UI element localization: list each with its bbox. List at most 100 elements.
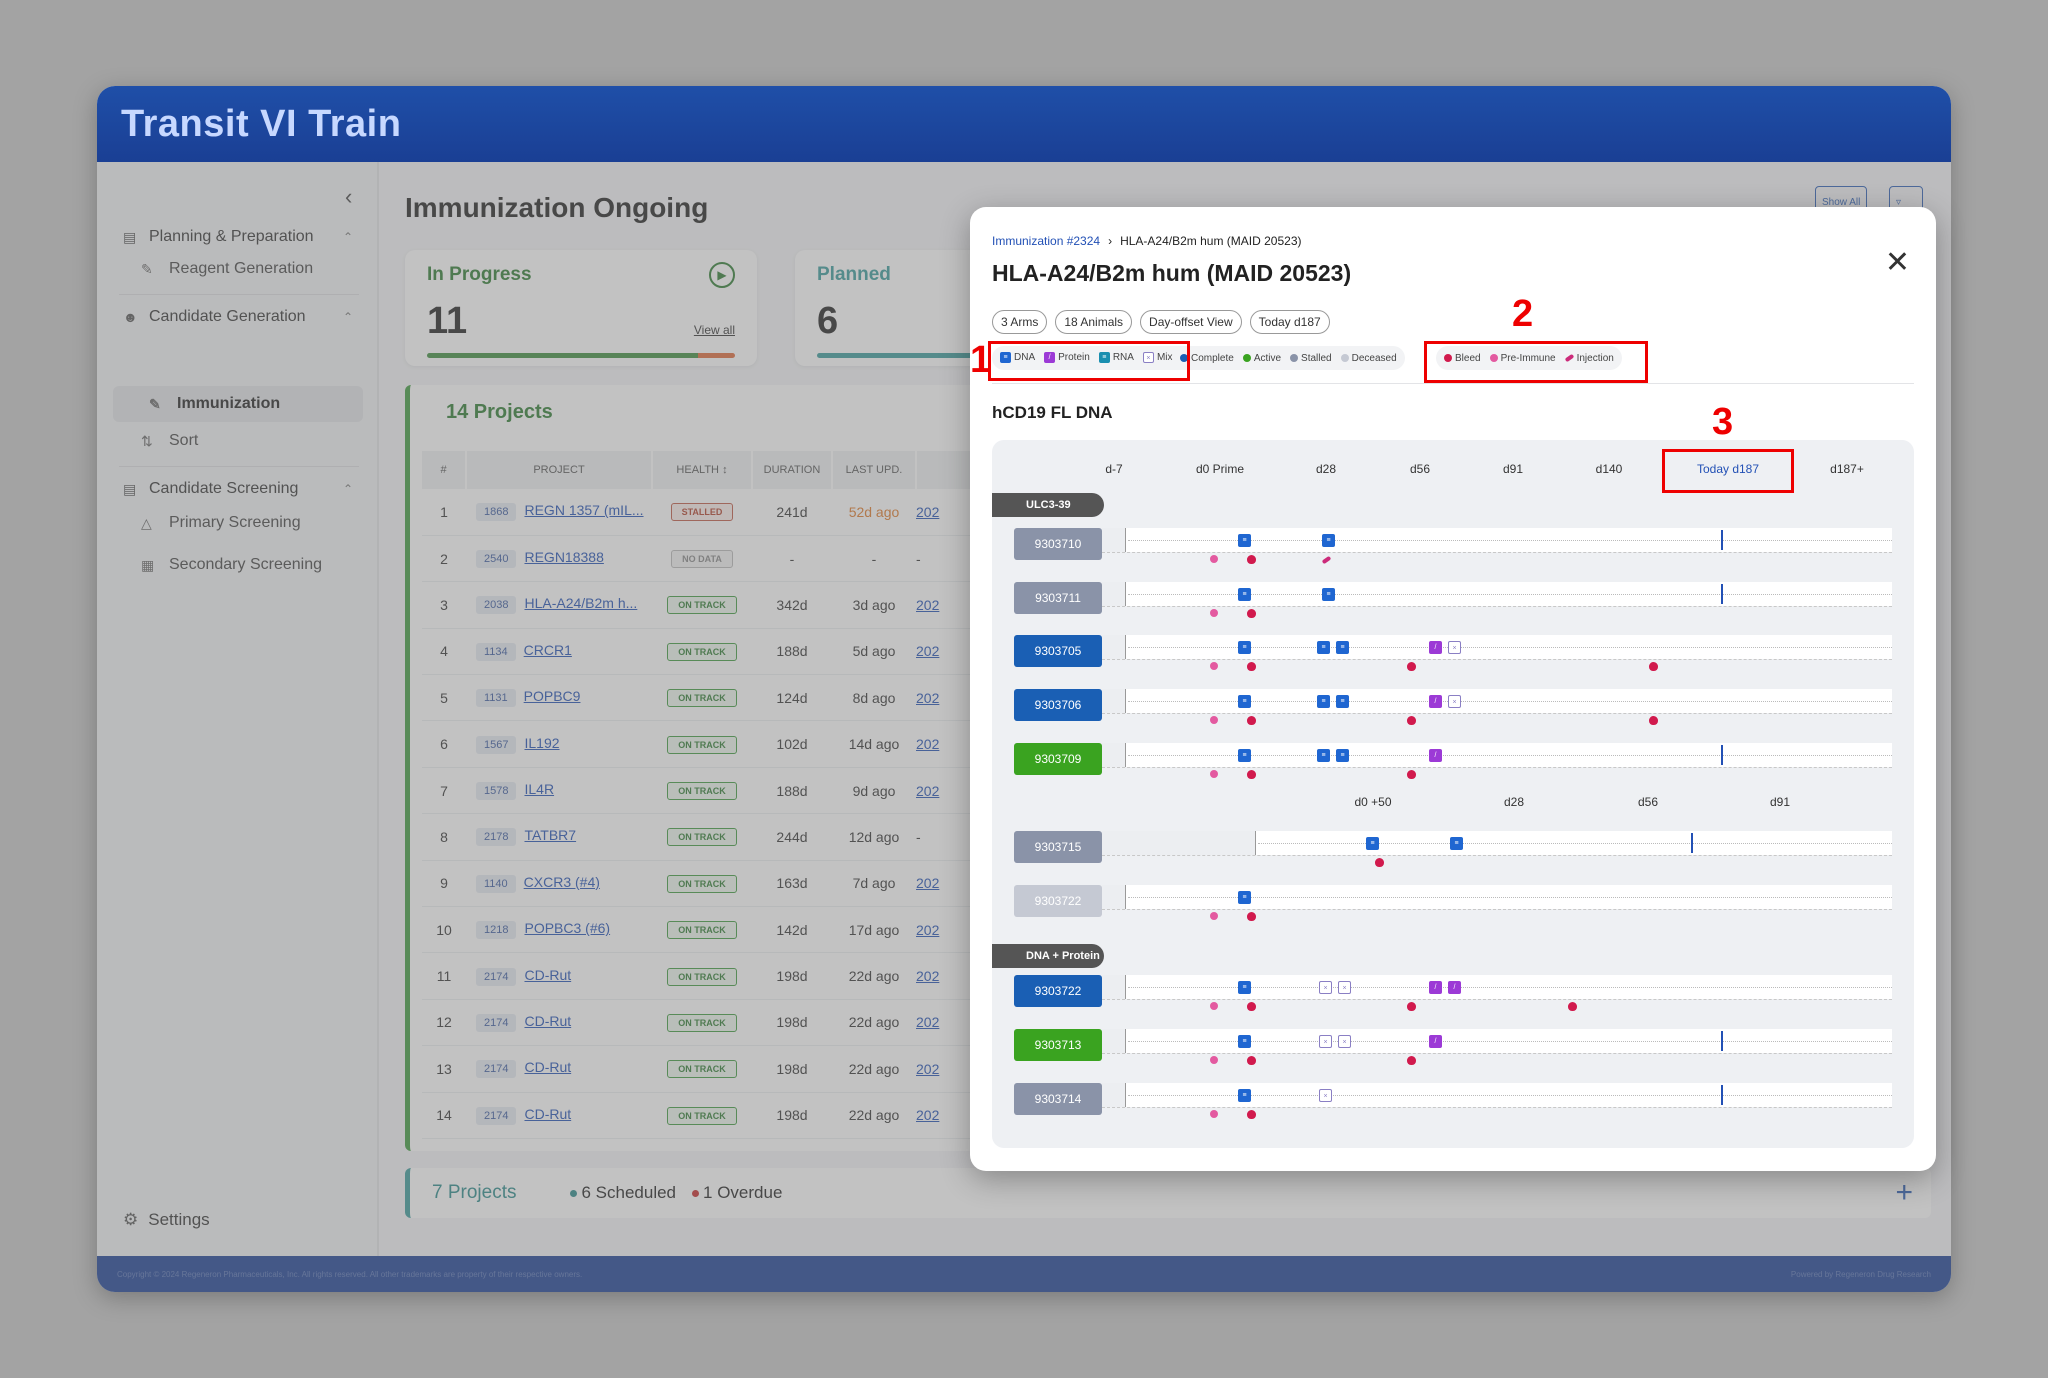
nav-group-planning[interactable]: ▤ Planning & Preparation ⌃ — [123, 228, 353, 246]
breadcrumb-link[interactable]: Immunization #2324 — [992, 234, 1100, 248]
dna-event-icon[interactable]: ≡ — [1322, 534, 1335, 547]
mixed-event-icon[interactable]: × — [1319, 981, 1332, 994]
animal-id-tag[interactable]: 9303713 — [1014, 1029, 1102, 1061]
bleed-marker[interactable] — [1407, 1002, 1416, 1011]
mixed-event-icon[interactable]: × — [1338, 981, 1351, 994]
dna-event-icon[interactable]: ≡ — [1238, 1089, 1251, 1102]
dna-event-icon[interactable]: ≡ — [1366, 837, 1379, 850]
bleed-marker[interactable] — [1247, 1002, 1256, 1011]
protein-event-icon[interactable]: / — [1429, 641, 1442, 654]
bleed-marker[interactable] — [1407, 662, 1416, 671]
dna-event-icon[interactable]: ≡ — [1322, 588, 1335, 601]
dna-event-icon[interactable]: ≡ — [1238, 891, 1251, 904]
view-all-link[interactable]: View all — [694, 323, 735, 337]
mixed-event-icon[interactable]: × — [1448, 641, 1461, 654]
project-link[interactable]: POPBC3 (#6) — [524, 920, 610, 936]
project-cell[interactable]: 1218 POPBC3 (#6) — [466, 906, 652, 954]
bleed-marker[interactable] — [1247, 1056, 1256, 1065]
dna-event-icon[interactable]: ≡ — [1238, 641, 1251, 654]
project-link[interactable]: CD-Rut — [524, 1013, 571, 1029]
project-cell[interactable]: 1868 REGN 1357 (mIL... — [466, 489, 652, 536]
bleed-marker[interactable] — [1407, 716, 1416, 725]
animal-track[interactable]: 9303722 ≡ — [1014, 885, 1892, 921]
protein-event-icon[interactable]: / — [1448, 981, 1461, 994]
bleed-marker[interactable] — [1247, 662, 1256, 671]
mixed-event-icon[interactable]: × — [1319, 1089, 1332, 1102]
animal-id-tag[interactable]: 9303711 — [1014, 582, 1102, 614]
animal-id-tag[interactable]: 9303722 — [1014, 885, 1102, 917]
dna-event-icon[interactable]: ≡ — [1317, 749, 1330, 762]
project-cell[interactable]: 2178 TATBR7 — [466, 813, 652, 861]
col-header[interactable]: LAST UPD. — [832, 451, 917, 489]
mixed-event-icon[interactable]: × — [1448, 695, 1461, 708]
animal-track[interactable]: 9303709 ≡ ≡ ≡ / — [1014, 743, 1892, 779]
nav-group-candidate-generation[interactable]: ☻ Candidate Generation ⌃ — [123, 308, 353, 326]
protein-event-icon[interactable]: / — [1429, 695, 1442, 708]
dna-event-icon[interactable]: ≡ — [1336, 749, 1349, 762]
bleed-marker[interactable] — [1407, 770, 1416, 779]
dna-event-icon[interactable]: ≡ — [1317, 641, 1330, 654]
animal-track[interactable]: 9303705 ≡ ≡ ≡ / × — [1014, 635, 1892, 671]
pre-immune-marker[interactable] — [1210, 555, 1218, 563]
dna-event-icon[interactable]: ≡ — [1336, 641, 1349, 654]
project-link[interactable]: HLA-A24/B2m h... — [524, 595, 637, 611]
project-link[interactable]: REGN18388 — [524, 549, 603, 565]
pre-immune-marker[interactable] — [1210, 912, 1218, 920]
project-link[interactable]: TATBR7 — [524, 827, 576, 843]
pre-immune-marker[interactable] — [1210, 662, 1218, 670]
col-header[interactable]: DURATION — [752, 451, 833, 489]
project-cell[interactable]: 2174 CD-Rut — [466, 952, 652, 1000]
animal-track[interactable]: 9303714 ≡ × — [1014, 1083, 1892, 1119]
bleed-marker[interactable] — [1247, 609, 1256, 618]
bleed-marker[interactable] — [1649, 716, 1658, 725]
project-cell[interactable]: 1140 CXCR3 (#4) — [466, 860, 652, 908]
animal-track[interactable]: 9303706 ≡ ≡ ≡ / × — [1014, 689, 1892, 725]
project-cell[interactable]: 1567 IL192 — [466, 720, 652, 768]
settings-link[interactable]: ⚙ Settings — [123, 1210, 210, 1230]
arms-chip[interactable]: 3 Arms — [992, 310, 1048, 334]
col-header[interactable]: # — [422, 451, 467, 489]
dna-event-icon[interactable]: ≡ — [1238, 695, 1251, 708]
dna-event-icon[interactable]: ≡ — [1238, 1035, 1251, 1048]
planned-projects-bar[interactable]: 7 Projects 6 Scheduled 1 Overdue + — [405, 1168, 1931, 1218]
bleed-marker[interactable] — [1247, 912, 1256, 921]
project-cell[interactable]: 2174 CD-Rut — [466, 1092, 652, 1139]
animal-id-tag[interactable]: 9303705 — [1014, 635, 1102, 667]
injection-marker[interactable] — [1321, 555, 1332, 565]
today-chip[interactable]: Today d187 — [1249, 310, 1330, 334]
close-icon[interactable]: ✕ — [1885, 245, 1910, 280]
project-link[interactable]: CXCR3 (#4) — [524, 874, 600, 890]
pre-immune-marker[interactable] — [1210, 1002, 1218, 1010]
pre-immune-marker[interactable] — [1210, 716, 1218, 724]
dna-event-icon[interactable]: ≡ — [1238, 749, 1251, 762]
dna-event-icon[interactable]: ≡ — [1238, 534, 1251, 547]
bleed-marker[interactable] — [1568, 1002, 1577, 1011]
col-header-health[interactable]: HEALTH ↕ — [652, 451, 753, 489]
animal-id-tag[interactable]: 9303706 — [1014, 689, 1102, 721]
sidebar-item-primary-screening[interactable]: △ Primary Screening — [141, 514, 301, 532]
project-link[interactable]: CD-Rut — [524, 1059, 571, 1075]
animals-chip[interactable]: 18 Animals — [1055, 310, 1133, 334]
animal-track[interactable]: 9303710 ≡ ≡ — [1014, 528, 1892, 565]
pre-immune-marker[interactable] — [1210, 609, 1218, 617]
pre-immune-marker[interactable] — [1210, 770, 1218, 778]
animal-id-tag[interactable]: 9303710 — [1014, 528, 1102, 560]
animal-id-tag[interactable]: 9303709 — [1014, 743, 1102, 775]
nav-group-candidate-screening[interactable]: ▤ Candidate Screening ⌃ — [123, 480, 353, 498]
dna-event-icon[interactable]: ≡ — [1450, 837, 1463, 850]
dna-event-icon[interactable]: ≡ — [1317, 695, 1330, 708]
sidebar-item-reagent-generation[interactable]: ✎ Reagent Generation — [141, 260, 313, 278]
project-link[interactable]: CD-Rut — [524, 967, 571, 983]
view-mode-chip[interactable]: Day-offset View — [1140, 310, 1242, 334]
dna-event-icon[interactable]: ≡ — [1238, 981, 1251, 994]
project-link[interactable]: CRCR1 — [524, 642, 572, 658]
animal-track[interactable]: 9303711 ≡ ≡ — [1014, 582, 1892, 618]
protein-event-icon[interactable]: / — [1429, 981, 1442, 994]
dna-event-icon[interactable]: ≡ — [1336, 695, 1349, 708]
sidebar-item-immunization[interactable]: ✎ Immunization — [113, 386, 363, 422]
pre-immune-marker[interactable] — [1210, 1110, 1218, 1118]
project-link[interactable]: POPBC9 — [524, 688, 581, 704]
project-cell[interactable]: 2038 HLA-A24/B2m h... — [466, 581, 652, 629]
sidebar-item-secondary-screening[interactable]: ▦ Secondary Screening — [141, 556, 322, 574]
animal-id-tag[interactable]: 9303714 — [1014, 1083, 1102, 1115]
